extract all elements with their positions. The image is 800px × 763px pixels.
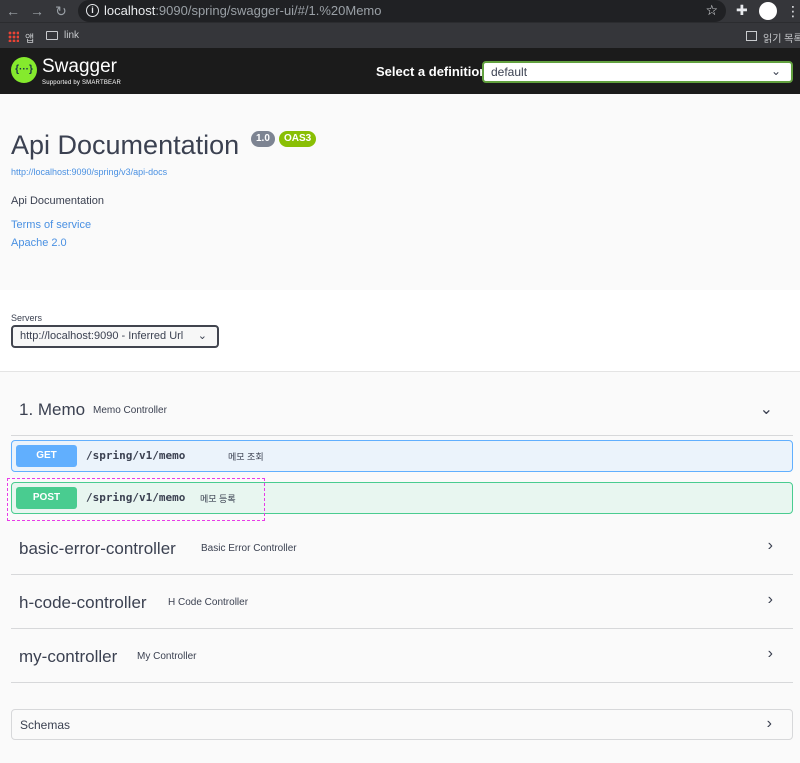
bookmark-apps[interactable]: 앱 xyxy=(25,30,34,45)
tag-description: Basic Error Controller xyxy=(201,543,297,554)
bookmarks-bar: 앱 link 읽기 목록 xyxy=(0,22,800,48)
bookmark-link[interactable]: link xyxy=(64,30,79,41)
reading-list-icon xyxy=(746,31,757,41)
chevron-right-icon[interactable]: › xyxy=(768,645,773,663)
folder-icon xyxy=(46,31,58,40)
tag-basic-error-controller[interactable]: basic-error-controller Basic Error Contr… xyxy=(11,522,793,575)
operation-summary: 메모 조회 xyxy=(228,452,264,462)
site-info-icon[interactable]: i xyxy=(86,4,99,17)
chevron-down-icon: ⌄ xyxy=(197,330,207,342)
chevron-right-icon[interactable]: › xyxy=(768,591,773,609)
reload-icon[interactable]: ↻ xyxy=(52,2,70,20)
server-value: http://localhost:9090 - Inferred Url xyxy=(20,330,184,342)
reading-list-label[interactable]: 읽기 목록 xyxy=(763,30,800,45)
api-docs-link[interactable]: http://localhost:9090/spring/v3/api-docs xyxy=(11,167,167,177)
back-icon[interactable]: ← xyxy=(4,2,22,20)
tag-name: 1. Memo xyxy=(19,400,86,419)
tag-my-controller[interactable]: my-controller My Controller › xyxy=(11,630,793,683)
address-bar[interactable]: i localhost:9090/spring/swagger-ui/#/1.%… xyxy=(78,0,726,22)
forward-icon[interactable]: → xyxy=(28,2,46,20)
operation-path: /spring/v1/memo xyxy=(86,449,186,462)
oas-badge: OAS3 xyxy=(279,131,317,147)
page-title: Api Documentation xyxy=(11,130,240,160)
highlight-annotation xyxy=(7,478,265,521)
definition-label: Select a definition xyxy=(376,64,488,79)
version-badge: 1.0 xyxy=(251,131,275,147)
chevron-right-icon[interactable]: › xyxy=(768,537,773,555)
swagger-logo-subtitle: Supported by SMARTBEAR xyxy=(42,80,121,86)
extensions-icon[interactable]: ✚ xyxy=(736,2,748,19)
tag-name: h-code-controller xyxy=(19,593,147,612)
definition-value: default xyxy=(491,65,528,79)
terms-link[interactable]: Terms of service xyxy=(11,219,91,231)
schemas-section[interactable]: Schemas › xyxy=(11,709,793,740)
url-host: localhost xyxy=(104,3,156,18)
tag-name: my-controller xyxy=(19,647,118,666)
tag-h-code-controller[interactable]: h-code-controller H Code Controller › xyxy=(11,576,793,629)
swagger-logo-text: Swagger xyxy=(42,56,117,77)
license-link[interactable]: Apache 2.0 xyxy=(11,237,67,249)
tag-description: H Code Controller xyxy=(168,597,249,608)
browser-toolbar: ← → ↻ i localhost:9090/spring/swagger-ui… xyxy=(0,0,800,22)
menu-icon[interactable]: ⋮ xyxy=(786,0,800,22)
bookmark-star-icon[interactable]: ☆ xyxy=(705,2,718,19)
url-path: :9090/spring/swagger-ui/#/1.%20Memo xyxy=(155,3,382,18)
method-badge-get: GET xyxy=(16,445,77,467)
tag-memo[interactable]: 1. Memo Memo Controller ⌄ xyxy=(11,385,793,436)
definition-select[interactable]: default ⌄ xyxy=(482,61,793,83)
schemas-label: Schemas xyxy=(20,718,71,732)
chevron-right-icon[interactable]: › xyxy=(767,715,772,733)
tag-description: My Controller xyxy=(137,651,197,662)
tag-name: basic-error-controller xyxy=(19,539,176,558)
chevron-down-icon: ⌄ xyxy=(770,64,781,78)
operation-get-memo[interactable]: GET /spring/v1/memo 메모 조회 xyxy=(11,440,793,472)
apps-grid-icon[interactable] xyxy=(8,31,19,42)
swagger-logo-icon: {···} xyxy=(11,57,37,83)
url-text: localhost:9090/spring/swagger-ui/#/1.%20… xyxy=(104,3,382,18)
server-select[interactable]: http://localhost:9090 - Inferred Url ⌄ xyxy=(11,325,219,348)
api-description: Api Documentation xyxy=(11,195,104,207)
chevron-down-icon[interactable]: ⌄ xyxy=(760,399,773,419)
profile-avatar[interactable] xyxy=(759,2,777,20)
tag-description: Memo Controller xyxy=(93,405,167,416)
servers-label: Servers xyxy=(11,313,43,323)
